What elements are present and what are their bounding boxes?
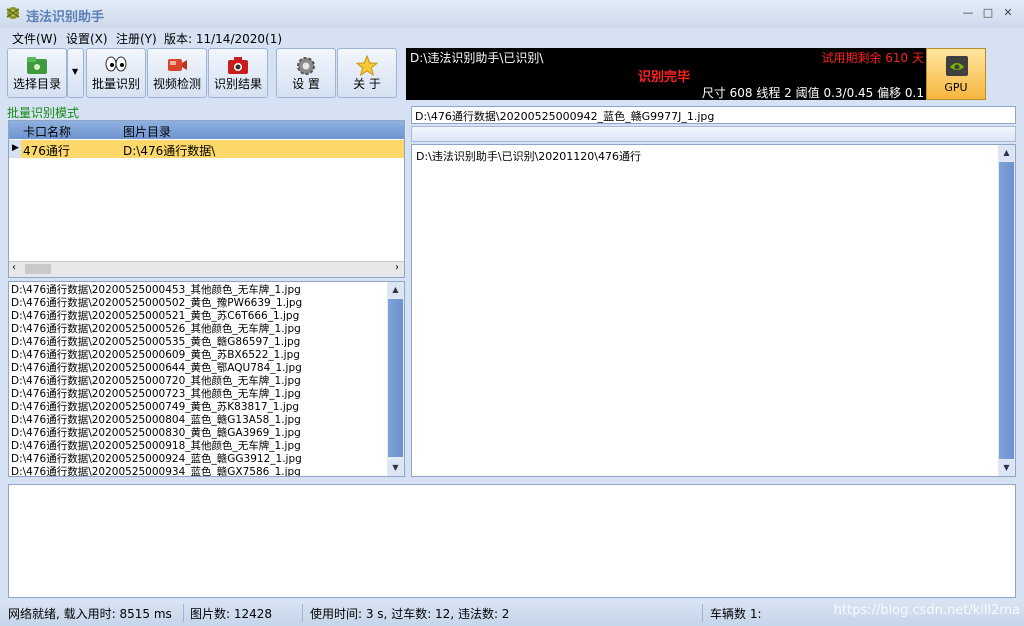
list-item[interactable]: D:\476通行数据\20200525000609_黄色_苏BX6522_1.j… [11,349,300,362]
scroll-up-icon[interactable]: ▲ [388,282,403,298]
row-pointer-icon: ▶ [12,143,19,153]
network-status: 网络就绪, 载入用时: 8515 ms [8,607,172,621]
column-header-dir[interactable]: 图片目录 [123,123,171,140]
recognition-status: 识别完毕 [638,70,691,85]
status-divider [183,604,184,622]
star-icon [356,55,378,77]
scroll-right-icon[interactable]: › [395,262,399,273]
list-item[interactable]: D:\476通行数据\20200525000453_其他颜色_无车牌_1.jpg [11,284,301,297]
watermark: https://blog.csdn.net/kill2ma [833,603,1020,618]
list-item[interactable]: D:\476通行数据\20200525000521_黄色_苏C6T666_1.j… [11,310,299,323]
scroll-down-icon[interactable]: ▼ [388,460,403,476]
recognition-params: 尺寸 608 线程 2 阈值 0.3/0.45 偏移 0.1 [701,86,924,100]
output-log: D:\违法识别助手\已识别\20201120\476通行 ▲ ▼ [411,144,1016,477]
vehicle-count: 车辆数 1: [710,607,762,621]
column-header-name[interactable]: 卡口名称 [23,123,71,140]
list-item[interactable]: D:\476通行数据\20200525000720_其他颜色_无车牌_1.jpg [11,375,301,388]
output-log-scrollbar[interactable]: ▲ ▼ [998,145,1015,476]
list-item[interactable]: D:\476通行数据\20200525000804_蓝色_赣G13A58_1.j… [11,414,301,427]
nvidia-logo-icon [946,56,968,76]
toolbar: 选择目录 ▼ 批量识别 视频检测 识别结果 设 置 关 于 [0,48,400,100]
status-divider [702,604,703,622]
list-item[interactable]: D:\476通行数据\20200525000749_黄色_苏K83817_1.j… [11,401,299,414]
scroll-thumb[interactable] [25,264,51,274]
eyes-icon [105,56,127,72]
menu-register[interactable]: 注册(Y) [116,30,157,47]
chevron-down-icon: ▼ [72,67,79,76]
message-box [8,484,1016,598]
horizontal-scrollbar[interactable]: ‹ › [9,261,404,277]
close-icon[interactable]: ✕ [1000,6,1016,20]
results-button[interactable]: 识别结果 [208,48,268,98]
row-dir-cell: D:\476通行数据\ [123,144,216,158]
list-item[interactable]: D:\476通行数据\20200525000830_黄色_赣GA3969_1.j… [11,427,301,440]
settings-button[interactable]: 设 置 [276,48,336,98]
current-file-path: D:\476通行数据\20200525000942_蓝色_赣G9977J_1.j… [415,110,715,123]
list-item[interactable]: D:\476通行数据\20200525000924_蓝色_赣GG3912_1.j… [11,453,302,466]
list-item[interactable]: D:\476通行数据\20200525000526_其他颜色_无车牌_1.jpg [11,323,301,336]
about-button[interactable]: 关 于 [337,48,397,98]
trial-remaining: 试用期剩余 610 天 [821,51,924,65]
scroll-up-icon[interactable]: ▲ [999,145,1014,161]
output-path-label: D:\违法识别助手\已识别\ [410,51,544,65]
progress-bar [411,126,1016,142]
file-list-scrollbar[interactable]: ▲ ▼ [387,282,404,476]
menu-file[interactable]: 文件(W) [12,30,57,47]
title-bar: 违法识别助手 — □ ✕ [0,0,1024,28]
app-logo-icon [6,7,20,19]
status-bar: 网络就绪, 载入用时: 8515 ms 图片数: 12428 使用时间: 3 s… [0,600,1024,626]
app-window: 违法识别助手 — □ ✕ 文件(W) 设置(X) 注册(Y) 版本: 11/14… [0,0,1024,626]
scroll-thumb[interactable] [999,162,1014,459]
scroll-left-icon[interactable]: ‹ [12,262,16,273]
list-item[interactable]: D:\476通行数据\20200525000535_黄色_赣G86597_1.j… [11,336,300,349]
row-indicator: ▶ [9,140,21,158]
grid-header: 卡口名称 图片目录 [9,121,404,139]
video-detect-button[interactable]: 视频检测 [147,48,207,98]
scroll-down-icon[interactable]: ▼ [999,460,1014,476]
menu-settings[interactable]: 设置(X) [66,30,108,47]
checkpoint-grid: 卡口名称 图片目录 476通行 D:\476通行数据\ ▶ ‹ › [8,120,405,278]
table-row[interactable]: 476通行 D:\476通行数据\ [9,140,404,158]
window-title: 违法识别助手 [26,10,105,25]
menu-bar: 文件(W) 设置(X) 注册(Y) 版本: 11/14/2020(1) [0,28,1024,48]
gear-icon [297,57,315,75]
list-item[interactable]: D:\476通行数据\20200525000644_黄色_鄂AQU784_1.j… [11,362,302,375]
camera-icon [228,57,248,74]
gpu-button[interactable]: GPU [926,48,986,100]
status-panel: D:\违法识别助手\已识别\ 试用期剩余 610 天 识别完毕 尺寸 608 线… [406,48,926,100]
minimize-icon[interactable]: — [960,6,976,20]
select-dir-button[interactable]: 选择目录 [7,48,67,98]
current-file-field: D:\476通行数据\20200525000942_蓝色_赣G9977J_1.j… [411,106,1016,124]
select-dir-dropdown[interactable]: ▼ [67,48,84,98]
file-list: D:\476通行数据\20200525000453_其他颜色_无车牌_1.jpg… [8,281,405,477]
folder-icon [27,57,47,74]
scroll-thumb[interactable] [388,299,403,457]
batch-mode-label: 批量识别模式 [7,106,80,120]
list-item[interactable]: D:\476通行数据\20200525000918_其他颜色_无车牌_1.jpg [11,440,301,453]
video-camera-icon [168,59,187,71]
usage-stats: 使用时间: 3 s, 过车数: 12, 违法数: 2 [310,607,510,621]
maximize-icon[interactable]: □ [980,6,996,20]
output-dir-line: D:\违法识别助手\已识别\20201120\476通行 [416,150,641,163]
image-count: 图片数: 12428 [190,607,273,621]
batch-recognize-button[interactable]: 批量识别 [86,48,146,98]
menu-version[interactable]: 版本: 11/14/2020(1) [164,30,282,47]
list-item[interactable]: D:\476通行数据\20200525000723_其他颜色_无车牌_1.jpg [11,388,301,401]
list-item[interactable]: D:\476通行数据\20200525000502_黄色_豫PW6639_1.j… [11,297,302,310]
status-divider [302,604,303,622]
row-name-cell: 476通行 [23,144,70,158]
list-item[interactable]: D:\476通行数据\20200525000934_蓝色_赣GX7586_1.j… [11,466,301,476]
